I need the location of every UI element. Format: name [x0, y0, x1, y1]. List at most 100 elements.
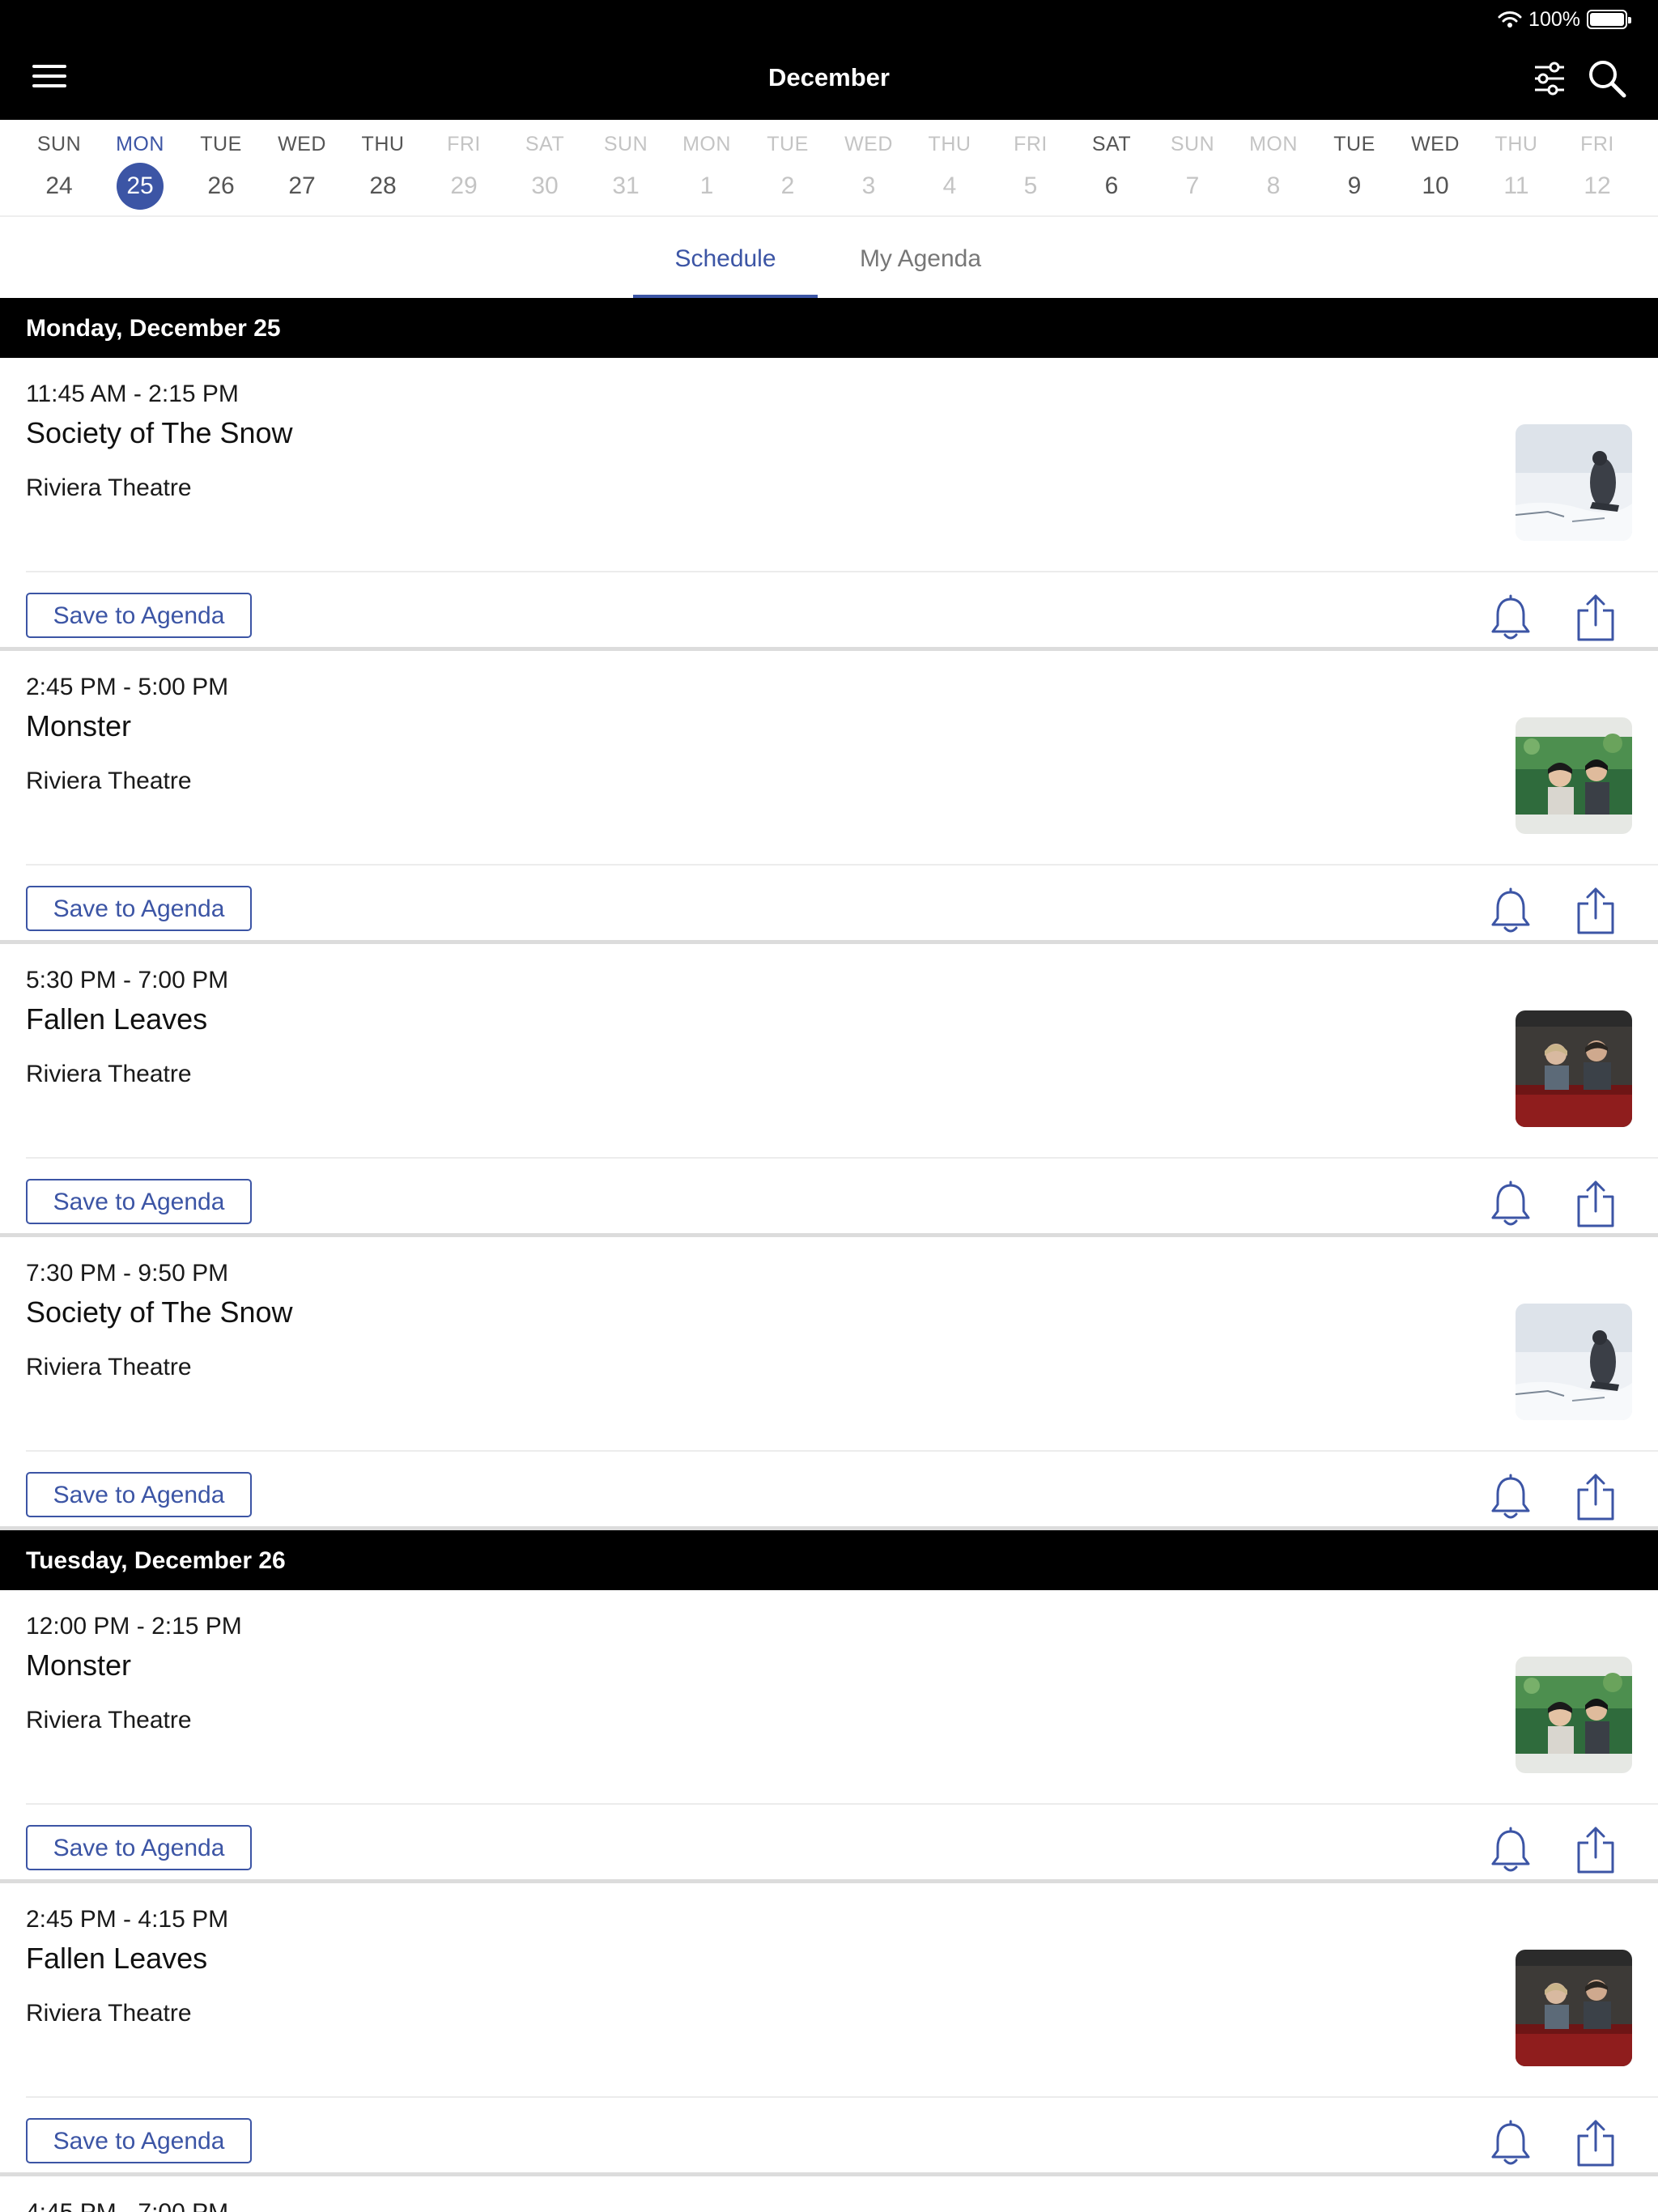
- battery-fill: [1590, 13, 1624, 26]
- date-number: 26: [207, 172, 235, 199]
- date-item[interactable]: WED 27: [261, 120, 342, 217]
- search-icon[interactable]: [1587, 58, 1627, 99]
- card-divider: [26, 571, 1658, 572]
- event-thumbnail[interactable]: [1516, 1304, 1632, 1420]
- event-title[interactable]: Society of The Snow: [26, 416, 293, 450]
- tab-my-agenda[interactable]: My Agenda: [818, 217, 1023, 298]
- event-time: 7:30 PM - 9:50 PM: [26, 1260, 229, 1287]
- event-card[interactable]: 7:30 PM - 9:50 PM Society of The Snow Rivi…: [0, 1237, 1658, 1530]
- filter-sliders-icon[interactable]: [1532, 60, 1567, 97]
- reminder-bell-button[interactable]: [1488, 2120, 1533, 2168]
- date-item[interactable]: SAT 30: [504, 120, 585, 217]
- save-to-agenda-button[interactable]: Save to Agenda: [26, 886, 252, 931]
- date-item[interactable]: TUE 9: [1314, 120, 1395, 217]
- event-card[interactable]: 11:45 AM - 2:15 PM Society of The Snow Riv…: [0, 358, 1658, 651]
- date-item[interactable]: TUE 26: [181, 120, 261, 217]
- date-strip: SUN 24 MON 25 TUE 26 WED 27 THU 28 FRI 29 SAT 30 SUN 31…: [0, 120, 1658, 217]
- top-nav-bar: 100% December: [0, 0, 1658, 120]
- reminder-bell-button[interactable]: [1488, 1474, 1533, 1522]
- date-number: 9: [1347, 172, 1362, 199]
- bell-icon: [1491, 1827, 1530, 1872]
- share-button[interactable]: [1574, 1825, 1618, 1875]
- share-icon: [1577, 1474, 1614, 1521]
- event-venue: Riviera Theatre: [26, 2000, 192, 2027]
- date-item[interactable]: SUN 31: [585, 120, 666, 217]
- date-weekday: SUN: [36, 133, 82, 155]
- card-divider: [26, 1157, 1658, 1159]
- date-number: 10: [1422, 172, 1449, 199]
- event-card[interactable]: 5:30 PM - 7:00 PM Fallen Leaves Riviera Th…: [0, 944, 1658, 1237]
- event-title[interactable]: Monster: [26, 709, 131, 743]
- event-title[interactable]: Society of The Snow: [26, 1295, 293, 1329]
- event-title[interactable]: Fallen Leaves: [26, 1002, 207, 1036]
- save-to-agenda-button[interactable]: Save to Agenda: [26, 2118, 252, 2163]
- event-thumbnail[interactable]: [1516, 1657, 1632, 1773]
- date-weekday: SAT: [525, 133, 565, 155]
- event-thumbnail[interactable]: [1516, 424, 1632, 541]
- date-weekday: FRI: [447, 133, 481, 155]
- date-weekday: SUN: [603, 133, 648, 155]
- date-item[interactable]: THU 28: [342, 120, 423, 217]
- date-item[interactable]: SUN 7: [1152, 120, 1233, 217]
- date-item[interactable]: FRI 12: [1557, 120, 1638, 217]
- reminder-bell-button[interactable]: [1488, 1180, 1533, 1229]
- event-thumbnail[interactable]: [1516, 717, 1632, 834]
- share-button[interactable]: [1574, 1472, 1618, 1522]
- battery-icon: [1587, 10, 1631, 29]
- share-button[interactable]: [1574, 593, 1618, 643]
- date-number: 25: [117, 163, 164, 210]
- event-time: 11:45 AM - 2:15 PM: [26, 381, 239, 407]
- status-bar: 100%: [1498, 6, 1631, 32]
- tab-schedule[interactable]: Schedule: [633, 217, 818, 298]
- event-list: Monday, December 25 11:45 AM - 2:15 PM Soc…: [0, 298, 1658, 2212]
- date-number: 5: [1023, 172, 1038, 199]
- date-weekday: TUE: [767, 133, 809, 155]
- poster-society-of-the-snow: [1516, 424, 1632, 541]
- tab-bar: Schedule My Agenda: [0, 217, 1658, 298]
- date-item[interactable]: SUN 24: [19, 120, 100, 217]
- date-item[interactable]: THU 11: [1476, 120, 1557, 217]
- event-time: 12:00 PM - 2:15 PM: [26, 1613, 242, 1640]
- save-to-agenda-button[interactable]: Save to Agenda: [26, 1179, 252, 1224]
- date-item[interactable]: TUE 2: [747, 120, 828, 217]
- event-title[interactable]: Monster: [26, 1648, 131, 1682]
- reminder-bell-button[interactable]: [1488, 1827, 1533, 1875]
- share-button[interactable]: [1574, 886, 1618, 936]
- event-thumbnail[interactable]: [1516, 1010, 1632, 1127]
- event-time: 4:45 PM - 7:00 PM: [26, 2199, 228, 2212]
- event-thumbnail[interactable]: [1516, 1950, 1632, 2066]
- date-item[interactable]: MON 1: [666, 120, 747, 217]
- date-item[interactable]: MON 25: [100, 120, 181, 217]
- date-item[interactable]: WED 10: [1395, 120, 1476, 217]
- date-weekday: THU: [361, 133, 405, 155]
- event-card[interactable]: 2:45 PM - 5:00 PM Monster Riviera Theatre S…: [0, 651, 1658, 944]
- bell-icon: [1491, 887, 1530, 933]
- date-item[interactable]: SAT 6: [1071, 120, 1152, 217]
- date-item[interactable]: MON 8: [1233, 120, 1314, 217]
- save-to-agenda-button[interactable]: Save to Agenda: [26, 1825, 252, 1870]
- share-button[interactable]: [1574, 1179, 1618, 1229]
- date-number: 4: [942, 172, 957, 199]
- date-number: 12: [1584, 172, 1611, 199]
- date-number: 27: [288, 172, 316, 199]
- date-item[interactable]: WED 3: [828, 120, 909, 217]
- event-title[interactable]: Fallen Leaves: [26, 1942, 207, 1976]
- date-number: 1: [699, 172, 714, 199]
- reminder-bell-button[interactable]: [1488, 594, 1533, 643]
- event-card[interactable]: 4:45 PM - 7:00 PM: [0, 2176, 1658, 2212]
- date-weekday: TUE: [1333, 133, 1375, 155]
- event-card[interactable]: 12:00 PM - 2:15 PM Monster Riviera Theatre…: [0, 1590, 1658, 1883]
- save-to-agenda-button[interactable]: Save to Agenda: [26, 1472, 252, 1517]
- save-to-agenda-button[interactable]: Save to Agenda: [26, 593, 252, 638]
- date-weekday: MON: [1249, 133, 1298, 155]
- reminder-bell-button[interactable]: [1488, 887, 1533, 936]
- date-item[interactable]: FRI 29: [423, 120, 504, 217]
- share-button[interactable]: [1574, 2118, 1618, 2168]
- date-weekday: FRI: [1580, 133, 1614, 155]
- date-item[interactable]: FRI 5: [990, 120, 1071, 217]
- date-item[interactable]: THU 4: [909, 120, 990, 217]
- date-number: 6: [1104, 172, 1119, 199]
- event-card[interactable]: 2:45 PM - 4:15 PM Fallen Leaves Riviera Th…: [0, 1883, 1658, 2176]
- poster-monster: [1516, 1657, 1632, 1773]
- event-time: 2:45 PM - 5:00 PM: [26, 674, 229, 700]
